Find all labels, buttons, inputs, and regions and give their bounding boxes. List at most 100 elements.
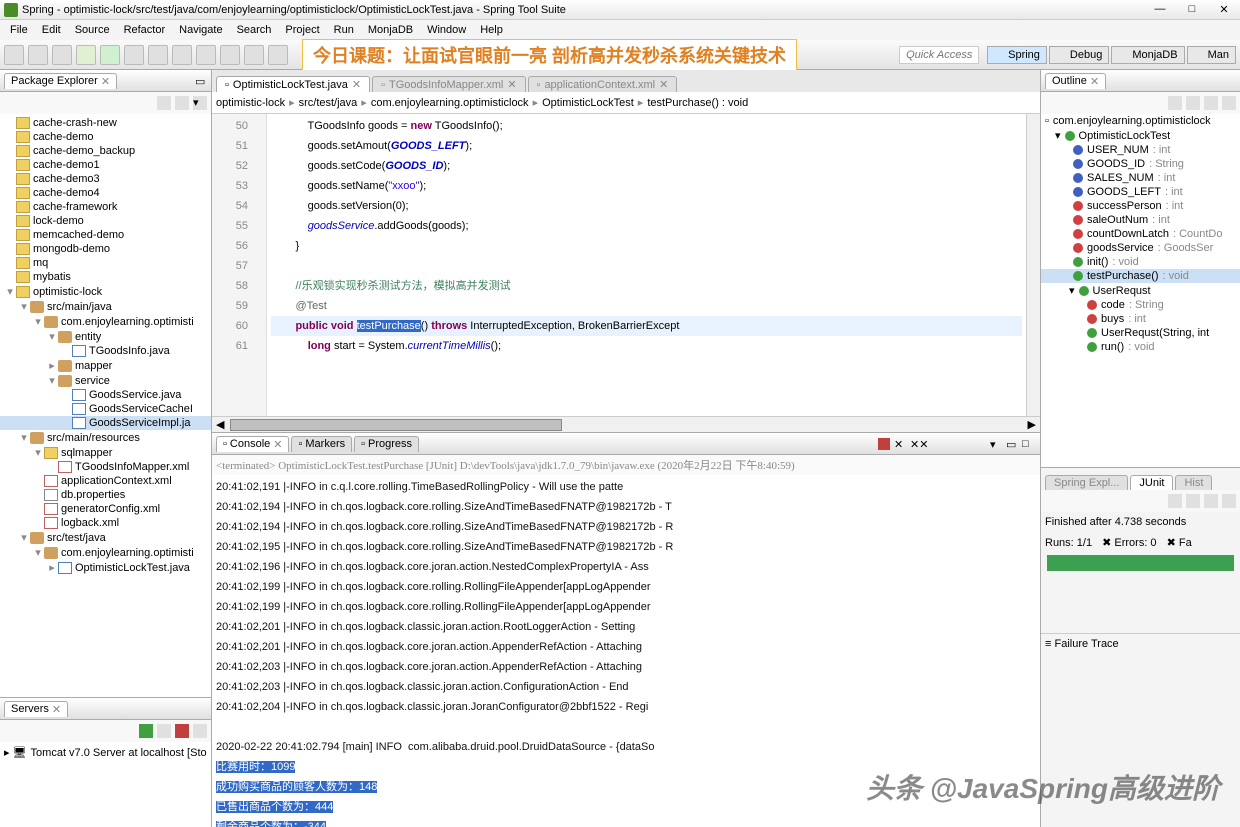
menu-source[interactable]: Source — [69, 22, 116, 38]
junit-tab[interactable]: Spring Expl... — [1045, 475, 1128, 490]
clear-console-icon[interactable] — [926, 438, 938, 450]
close-icon[interactable]: ✕ — [52, 703, 61, 716]
new-button[interactable] — [4, 45, 24, 65]
breadcrumb-item[interactable]: src/test/java — [299, 97, 358, 109]
menu-run[interactable]: Run — [328, 22, 360, 38]
twisty-icon[interactable]: ▾ — [18, 300, 30, 313]
breadcrumb[interactable]: optimistic-lock▸src/test/java▸com.enjoyl… — [212, 92, 1040, 114]
twisty-icon[interactable]: ▾ — [32, 546, 44, 559]
junit-tab[interactable]: Hist — [1175, 475, 1212, 490]
open-type-button[interactable] — [196, 45, 216, 65]
sort-icon[interactable] — [1168, 96, 1182, 110]
close-icon[interactable]: ✕ — [273, 438, 282, 451]
twisty-icon[interactable]: ▾ — [4, 285, 16, 298]
view-menu-icon[interactable]: ▾ — [193, 96, 207, 110]
remove-all-icon[interactable]: ✕✕ — [910, 438, 922, 450]
tree-item[interactable]: applicationContext.xml — [0, 474, 211, 488]
hide-static-icon[interactable] — [1204, 96, 1218, 110]
package-explorer-tab[interactable]: Package Explorer ✕ — [4, 73, 117, 89]
menu-search[interactable]: Search — [231, 22, 278, 38]
outline-item[interactable]: countDownLatch : CountDo — [1041, 227, 1240, 241]
scroll-lock-icon[interactable] — [942, 438, 954, 450]
tree-item[interactable]: GoodsServiceImpl.ja — [0, 416, 211, 430]
editor-tab[interactable]: ▫OptimisticLockTest.java✕ — [216, 76, 370, 92]
link-editor-icon[interactable] — [175, 96, 189, 110]
close-icon[interactable]: ✕ — [352, 78, 361, 91]
rerun-failed-icon[interactable] — [1186, 494, 1200, 508]
max-icon[interactable]: □ — [1022, 438, 1034, 450]
outline-item[interactable]: UserRequst(String, int — [1041, 326, 1240, 340]
pin-console-icon[interactable] — [958, 438, 970, 450]
tree-item[interactable]: ▾com.enjoylearning.optimisti — [0, 314, 211, 329]
breadcrumb-item[interactable]: optimistic-lock — [216, 97, 285, 109]
outline-item[interactable]: SALES_NUM : int — [1041, 171, 1240, 185]
twisty-icon[interactable]: ▾ — [32, 446, 44, 459]
save-all-button[interactable] — [52, 45, 72, 65]
editor-tab[interactable]: ▫TGoodsInfoMapper.xml✕ — [372, 76, 525, 92]
outline-item[interactable]: goodsService : GoodsSer — [1041, 241, 1240, 255]
open-console-icon[interactable]: ▾ — [990, 438, 1002, 450]
display-console-icon[interactable] — [974, 438, 986, 450]
server-item[interactable]: ▸ 🖥 Tomcat v7.0 Server at localhost [Sto — [2, 744, 209, 761]
tree-item[interactable]: ▾sqlmapper — [0, 445, 211, 460]
junit-tab[interactable]: JUnit — [1130, 475, 1173, 490]
start-server-icon[interactable] — [139, 724, 153, 738]
search-button[interactable] — [220, 45, 240, 65]
menu-navigate[interactable]: Navigate — [173, 22, 228, 38]
tree-item[interactable]: GoodsServiceCacheI — [0, 402, 211, 416]
new-class-button[interactable] — [148, 45, 168, 65]
outline-inner-class[interactable]: ▾ UserRequst — [1041, 283, 1240, 298]
debug-button[interactable] — [76, 45, 96, 65]
tree-item[interactable]: cache-crash-new — [0, 116, 211, 130]
outline-item[interactable]: init() : void — [1041, 255, 1240, 269]
outline-item[interactable]: GOODS_ID : String — [1041, 157, 1240, 171]
outline-item[interactable]: USER_NUM : int — [1041, 143, 1240, 157]
tree-item[interactable]: cache-demo_backup — [0, 144, 211, 158]
menu-monjadb[interactable]: MonjaDB — [362, 22, 419, 38]
tree-item[interactable]: ▾src/main/java — [0, 299, 211, 314]
close-icon[interactable]: ✕ — [101, 75, 110, 88]
forward-button[interactable] — [268, 45, 288, 65]
tree-item[interactable]: ▸OptimisticLockTest.java — [0, 560, 211, 575]
twisty-icon[interactable]: ▾ — [46, 330, 58, 343]
quick-access-input[interactable] — [899, 46, 979, 64]
tree-item[interactable]: TGoodsInfo.java — [0, 344, 211, 358]
history-icon[interactable] — [1222, 494, 1236, 508]
minimize-view-icon[interactable]: ▭ — [195, 75, 207, 87]
twisty-icon[interactable]: ▸ — [46, 561, 58, 574]
menu-help[interactable]: Help — [474, 22, 509, 38]
outline-item[interactable]: successPerson : int — [1041, 199, 1240, 213]
servers-tab[interactable]: Servers ✕ — [4, 701, 68, 717]
tree-item[interactable]: ▾optimistic-lock — [0, 284, 211, 299]
outline-package[interactable]: ▫ com.enjoylearning.optimisticlock — [1041, 114, 1240, 128]
twisty-icon[interactable]: ▾ — [18, 531, 30, 544]
outline-item[interactable]: GOODS_LEFT : int — [1041, 185, 1240, 199]
outline-item[interactable]: buys : int — [1041, 312, 1240, 326]
outline-item[interactable]: code : String — [1041, 298, 1240, 312]
horizontal-scrollbar[interactable]: ◀▶ — [212, 416, 1040, 432]
tree-item[interactable]: cache-demo4 — [0, 186, 211, 200]
collapse-all-icon[interactable] — [157, 96, 171, 110]
servers-body[interactable]: ▸ 🖥 Tomcat v7.0 Server at localhost [Sto — [0, 742, 211, 827]
breadcrumb-item[interactable]: com.enjoylearning.optimisticlock — [371, 97, 529, 109]
outline-class[interactable]: ▾ OptimisticLockTest — [1041, 128, 1240, 143]
run-button[interactable] — [100, 45, 120, 65]
tree-item[interactable]: ▾src/test/java — [0, 530, 211, 545]
close-icon[interactable]: ✕ — [507, 78, 516, 91]
hide-fields-icon[interactable] — [1186, 96, 1200, 110]
outline-item[interactable]: saleOutNum : int — [1041, 213, 1240, 227]
package-explorer-tree[interactable]: cache-crash-newcache-democache-demo_back… — [0, 114, 211, 697]
tree-item[interactable]: cache-demo3 — [0, 172, 211, 186]
tree-item[interactable]: ▾entity — [0, 329, 211, 344]
perspective-man[interactable]: Man — [1187, 46, 1236, 64]
menu-edit[interactable]: Edit — [36, 22, 67, 38]
tree-item[interactable]: TGoodsInfoMapper.xml — [0, 460, 211, 474]
editor-tab[interactable]: ▫applicationContext.xml✕ — [528, 76, 678, 92]
terminate-icon[interactable] — [878, 438, 890, 450]
tree-item[interactable]: mongodb-demo — [0, 242, 211, 256]
editor-body[interactable]: 505152535455565758596061 TGoodsInfo good… — [212, 114, 1040, 416]
twisty-icon[interactable]: ▾ — [32, 315, 44, 328]
min-icon[interactable]: ▭ — [1006, 438, 1018, 450]
twisty-icon[interactable]: ▾ — [18, 431, 30, 444]
outline-item[interactable]: run() : void — [1041, 340, 1240, 354]
